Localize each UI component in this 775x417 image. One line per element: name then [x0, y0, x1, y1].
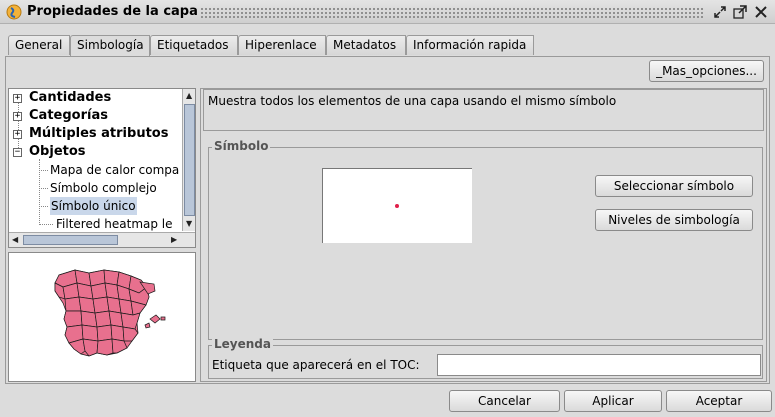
tree-node-label: Múltiples atributos — [29, 126, 169, 141]
app-icon — [6, 4, 22, 20]
tree-node-label: Categorías — [29, 108, 108, 123]
tree-node-multiples-atributos[interactable]: + Múltiples atributos — [9, 125, 181, 143]
accept-button[interactable]: Aceptar — [666, 390, 772, 412]
close-icon[interactable] — [753, 4, 769, 20]
tree-node-objetos[interactable]: − Objetos — [9, 143, 181, 161]
tree-leaf-simbolo-unico[interactable]: Símbolo único — [9, 197, 181, 215]
tab-metadatos[interactable]: Metadatos — [326, 35, 406, 55]
apply-button[interactable]: Aplicar — [564, 390, 662, 412]
tree-horizontal-scrollbar[interactable]: ◀ ▶ — [9, 232, 195, 247]
expand-icon[interactable]: + — [13, 130, 22, 139]
expand-icon[interactable]: + — [13, 94, 22, 103]
tab-simbologia[interactable]: Simbología — [70, 35, 150, 56]
scroll-thumb[interactable] — [184, 104, 195, 216]
restore-icon[interactable] — [712, 4, 728, 20]
symbol-group: Símbolo Seleccionar símbolo Niveles de s… — [208, 139, 763, 340]
tree-leaf-label: Mapa de calor compa — [50, 163, 180, 177]
tree-guide — [39, 188, 48, 189]
legend-group-title: Leyenda — [212, 337, 273, 351]
layer-preview — [8, 252, 196, 382]
title-bar: Propiedades de la capa — [0, 0, 775, 24]
symbology-panel: _Mas_opciones... + Cantidades + Categorí… — [5, 56, 770, 384]
symbol-levels-button[interactable]: Niveles de simbología — [595, 209, 753, 231]
tab-etiquetados[interactable]: Etiquetados — [150, 35, 238, 55]
tree-leaf-filtered-heatmap[interactable]: Filtered heatmap le — [9, 215, 181, 233]
legend-description: Muestra todos los elementos de una capa … — [203, 89, 764, 131]
tree-node-cantidades[interactable]: + Cantidades — [9, 89, 181, 107]
collapse-icon[interactable]: − — [13, 148, 22, 157]
symbol-group-title: Símbolo — [212, 139, 271, 153]
tree-node-categorias[interactable]: + Categorías — [9, 107, 181, 125]
scroll-right-icon[interactable]: ▶ — [171, 235, 177, 245]
legend-settings-panel: Muestra todos los elementos de una capa … — [200, 88, 767, 382]
more-options-button[interactable]: _Mas_opciones... — [649, 60, 764, 82]
toc-label-input[interactable] — [437, 354, 761, 376]
select-symbol-button[interactable]: Seleccionar símbolo — [595, 175, 753, 197]
tree-leaf-simbolo-complejo[interactable]: Símbolo complejo — [9, 179, 181, 197]
tree-leaf-label: Filtered heatmap le — [56, 217, 173, 231]
scroll-left-icon[interactable]: ◀ — [12, 235, 18, 245]
tree-leaf-label: Símbolo complejo — [50, 181, 157, 195]
cancel-button[interactable]: Cancelar — [449, 390, 560, 412]
scroll-thumb[interactable] — [23, 235, 118, 245]
toc-label: Etiqueta que aparecerá en el TOC: — [212, 358, 420, 372]
tree-vertical-scrollbar[interactable]: ▲ ▼ — [182, 89, 195, 231]
tab-informacion-rapida[interactable]: Información rapida — [406, 35, 534, 55]
scroll-up-icon[interactable]: ▲ — [186, 91, 192, 101]
tree-leaf-label: Símbolo único — [50, 197, 137, 215]
scroll-down-icon[interactable]: ▼ — [186, 219, 192, 229]
tree-leaf-mapa-de-calor[interactable]: Mapa de calor compa — [9, 161, 181, 179]
expand-icon[interactable]: + — [13, 112, 22, 121]
window-title: Propiedades de la capa — [27, 4, 198, 19]
spain-map-preview — [54, 269, 166, 357]
tree-guide — [39, 206, 48, 207]
tree-node-label: Cantidades — [29, 90, 112, 105]
maximize-icon[interactable] — [732, 4, 748, 20]
legend-group: Leyenda Etiqueta que aparecerá en el TOC… — [208, 337, 763, 379]
tree-guide — [39, 170, 48, 171]
tree-guide — [39, 224, 53, 225]
title-grip — [200, 7, 703, 18]
tab-hiperenlace[interactable]: Hiperenlace — [238, 35, 326, 55]
symbol-preview — [322, 168, 472, 243]
tree-node-label: Objetos — [29, 144, 86, 159]
point-symbol-icon — [395, 204, 399, 208]
tab-general[interactable]: General — [8, 35, 70, 55]
legend-type-tree: + Cantidades + Categorías + Múltiples at… — [8, 88, 196, 248]
